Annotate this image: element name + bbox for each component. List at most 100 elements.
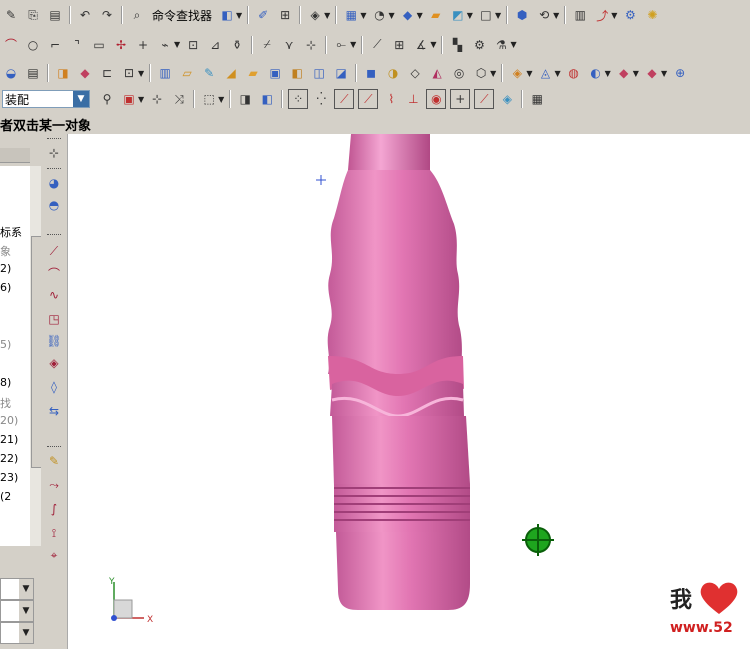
revolve-icon[interactable]: ◑ xyxy=(384,64,402,82)
list-item[interactable] xyxy=(0,357,30,376)
graphics-viewport[interactable]: Y X xyxy=(68,134,750,649)
layer-icon[interactable]: ◔ xyxy=(370,6,388,24)
chevron-down-icon[interactable]: ▼ xyxy=(19,579,33,599)
folder-icon[interactable]: ▰ xyxy=(427,6,445,24)
chain-icon[interactable]: ⛓ xyxy=(45,332,63,350)
draft-icon[interactable]: ⬡ xyxy=(472,64,490,82)
arc-icon[interactable]: ⌒ xyxy=(2,36,20,54)
open-icon[interactable]: ◨ xyxy=(54,64,72,82)
chevron-down-icon[interactable]: ▼ xyxy=(19,623,33,643)
view-box-icon[interactable]: ◨ xyxy=(236,90,254,108)
list-item[interactable]: 象 xyxy=(0,243,30,262)
cylinder-icon[interactable]: ◫ xyxy=(310,64,328,82)
rotate-icon[interactable]: ⟲ xyxy=(535,6,553,24)
command-finder-button[interactable]: 命令查找器 xyxy=(152,7,212,24)
list-item[interactable]: 5) xyxy=(0,338,30,357)
dimension-icon[interactable]: ⋎ xyxy=(280,36,298,54)
list-item[interactable]: 标系 xyxy=(0,224,30,243)
view-iso-icon[interactable]: ◧ xyxy=(258,90,276,108)
chamfer-icon[interactable]: ⌝ xyxy=(68,36,86,54)
dependencies-panel[interactable]: ▼ xyxy=(0,578,34,600)
list-item[interactable]: 8) xyxy=(0,376,30,395)
list-item[interactable]: 20) xyxy=(0,414,30,433)
copy-icon[interactable]: ⎘ xyxy=(24,6,42,24)
arc-tool-icon[interactable]: ⌒ xyxy=(45,264,63,282)
open-book-icon[interactable]: ▱ xyxy=(178,64,196,82)
paste-icon[interactable]: ▤ xyxy=(46,6,64,24)
array-icon[interactable]: ⊹ xyxy=(302,36,320,54)
redo-icon[interactable]: ↷ xyxy=(98,6,116,24)
hole-icon[interactable]: ◪ xyxy=(332,64,350,82)
box-select-icon[interactable]: ⬚ xyxy=(200,90,218,108)
trim-icon[interactable]: ⌁ xyxy=(156,36,174,54)
rectangle-icon[interactable]: ▭ xyxy=(90,36,108,54)
book-icon[interactable]: ▥ xyxy=(156,64,174,82)
pattern-body-icon[interactable]: ◆ xyxy=(643,64,661,82)
rectangle-icon[interactable]: □ xyxy=(477,6,495,24)
list-item[interactable]: 2) xyxy=(0,262,30,281)
split-icon[interactable]: ⊏ xyxy=(98,64,116,82)
list-item[interactable]: 22) xyxy=(0,452,30,471)
subtract-icon[interactable]: ◍ xyxy=(565,64,583,82)
bridge-icon[interactable]: ∫ xyxy=(45,500,63,518)
list-item[interactable] xyxy=(0,319,30,338)
chevron-down-icon[interactable]: ▼ xyxy=(73,91,89,107)
list-item[interactable] xyxy=(0,300,30,319)
preview-panel[interactable]: ▼ xyxy=(0,622,34,644)
cube-icon[interactable]: ◆ xyxy=(399,6,417,24)
flask-icon[interactable]: ⚗ xyxy=(492,36,510,54)
cube-outline-icon[interactable]: ▣ xyxy=(266,64,284,82)
extrude-icon[interactable]: ◼ xyxy=(362,64,380,82)
scale-icon[interactable]: ⊕ xyxy=(671,64,689,82)
chamfer3d-icon[interactable]: ◭ xyxy=(428,64,446,82)
pencil-icon[interactable]: ✐ xyxy=(254,6,272,24)
curve-icon[interactable]: ⤳ xyxy=(45,476,63,494)
filter-icon[interactable]: ⚲ xyxy=(98,90,116,108)
region-icon[interactable]: ◳ xyxy=(45,310,63,328)
snap-end-icon[interactable]: ⟋ xyxy=(334,89,355,109)
gear-icon[interactable]: ⚙ xyxy=(621,6,639,24)
cube-shaded-icon[interactable]: ▰ xyxy=(244,64,262,82)
box-render-icon[interactable]: ◧ xyxy=(218,6,236,24)
snap-frame-icon[interactable]: ⊹ xyxy=(45,144,63,162)
trim-body-icon[interactable]: ◈ xyxy=(508,64,526,82)
binoculars-icon[interactable]: ⌕ xyxy=(128,6,146,24)
snap-icon[interactable]: ⊞ xyxy=(276,6,294,24)
puzzle-icon[interactable]: ⟜ xyxy=(332,36,350,54)
model-lower-body[interactable] xyxy=(332,416,470,486)
list-item[interactable]: 6) xyxy=(0,281,30,300)
surface-icon[interactable]: ◈ xyxy=(45,354,63,372)
snap-mid-icon[interactable]: ⁛ xyxy=(312,90,330,108)
grid-icon[interactable]: ▦ xyxy=(342,6,360,24)
snap-point-icon[interactable]: ⊹ xyxy=(148,90,166,108)
model-bottom-cap[interactable] xyxy=(336,532,470,610)
snap-curve-icon[interactable]: ⟋ xyxy=(358,89,379,109)
snap-grid-icon[interactable]: ◈ xyxy=(498,90,516,108)
line-icon[interactable]: ⌐ xyxy=(46,36,64,54)
chevron-down-icon[interactable]: ▼ xyxy=(19,601,33,621)
table-grid-icon[interactable]: ▦ xyxy=(528,90,546,108)
select-filter-icon[interactable]: ◈ xyxy=(306,6,324,24)
rotate-view-icon[interactable]: ⤨ xyxy=(170,90,188,108)
cube-icon-2[interactable]: ◆ xyxy=(76,64,94,82)
pattern-icon[interactable]: ⚱ xyxy=(228,36,246,54)
shell-icon[interactable]: ◎ xyxy=(450,64,468,82)
offset-icon[interactable]: ⊡ xyxy=(184,36,202,54)
model-upper-body[interactable] xyxy=(327,170,463,374)
list-item[interactable]: 23) xyxy=(0,471,30,490)
shaded-box-icon[interactable]: ◩ xyxy=(449,6,467,24)
model-neck[interactable] xyxy=(348,134,430,170)
pencil-box-icon[interactable]: ✎ xyxy=(200,64,218,82)
table-icon[interactable]: ▥ xyxy=(571,6,589,24)
target-crosshair-icon[interactable] xyxy=(522,524,554,556)
group-icon[interactable]: ▣ xyxy=(120,90,138,108)
wedge-icon[interactable]: ◢ xyxy=(222,64,240,82)
unite-icon[interactable]: ◬ xyxy=(536,64,554,82)
move-icon[interactable]: ⬢ xyxy=(513,6,531,24)
line-tool-icon[interactable]: ⟋ xyxy=(368,36,386,54)
snap-line-icon[interactable]: + xyxy=(450,89,471,109)
list-item[interactable]: (2 xyxy=(0,490,30,509)
angle-icon[interactable]: ∡ xyxy=(412,36,430,54)
line-tool-icon[interactable]: ⟋ xyxy=(45,242,63,260)
blend-icon[interactable]: ◇ xyxy=(406,64,424,82)
